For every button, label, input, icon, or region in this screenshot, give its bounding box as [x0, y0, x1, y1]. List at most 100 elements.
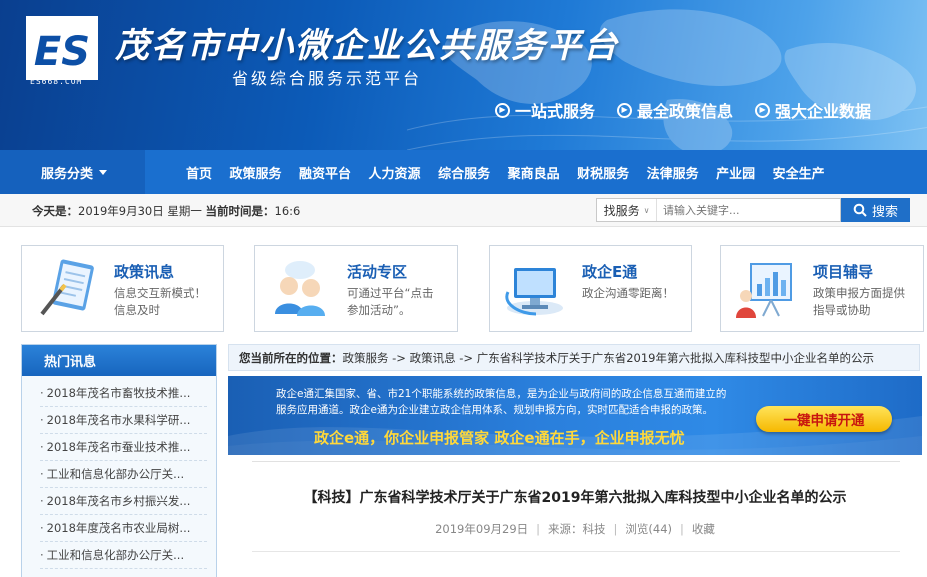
card-desc-line: 政企沟通零距离！ — [582, 286, 674, 300]
search-icon — [853, 203, 867, 217]
logo-url: ES668.COM — [30, 77, 83, 86]
card-description: 政策申报方面提供 指导或协助 — [813, 285, 905, 319]
hot-news-item[interactable]: · 工业和信息化部办公厅关... — [40, 542, 207, 569]
play-circle-icon: ▶ — [495, 102, 510, 118]
card-policy-news[interactable]: 政策讯息 信息交互新模式！ 信息及时 — [21, 245, 224, 332]
breadcrumb-path[interactable]: 政策服务 -> 政策讯息 -> 广东省科学技术厅关于广东省2019年第六批拟入库… — [343, 350, 874, 366]
notepad-icon — [40, 259, 94, 316]
nav-item-comprehensive[interactable]: 综合服务 — [438, 163, 490, 182]
article-views: 浏览(44) — [625, 522, 673, 536]
card-desc-line: 信息交互新模式！ — [114, 286, 206, 300]
nav-item-safety[interactable]: 安全生产 — [773, 163, 825, 182]
banner-features: ▶ 一站式服务 ▶ 最全政策信息 ▶ 强大企业数据 — [495, 98, 871, 122]
today-label: 今天是： — [32, 204, 78, 218]
nav-item-home[interactable]: 首页 — [186, 163, 212, 182]
logo-lettering: ES — [34, 29, 90, 75]
card-title: 活动专区 — [347, 263, 408, 281]
time-value: 16:6 — [274, 204, 301, 218]
feature-label: 最全政策信息 — [637, 102, 734, 121]
nav-item-finance[interactable]: 融资平台 — [299, 163, 351, 182]
card-description: 可通过平台“点击 参加活动”。 — [347, 285, 433, 319]
card-desc-line: 可通过平台“点击 — [347, 286, 434, 300]
hot-news-item-label: 2018年茂名市蚕业技术推... — [46, 440, 191, 454]
nav-item-hr[interactable]: 人力资源 — [369, 163, 421, 182]
article-date: 2019年09月29日 — [435, 522, 529, 536]
site-title: 茂名市中小微企业公共服务平台 — [115, 26, 619, 66]
site-subtitle: 省级综合服务示范平台 — [232, 69, 423, 88]
article-meta: 2019年09月29日 | 来源：科技 | 浏览(44) | 收藏 — [435, 522, 715, 536]
play-circle-icon: ▶ — [755, 102, 771, 118]
card-desc-line: 参加活动”。 — [347, 303, 411, 317]
search-scope-select[interactable]: 找服务 ∨ — [597, 199, 657, 221]
promo-slogan: 政企e通，你企业申报管家 政企e通在手，企业申报无忧 — [314, 429, 685, 447]
nav-item-legal[interactable]: 法律服务 — [647, 163, 699, 182]
card-desc-line: 指导或协助 — [813, 303, 871, 317]
service-category-label: 服务分类 — [41, 166, 94, 182]
hot-news-item-label: 工业和信息化部办公厅关... — [46, 548, 185, 562]
feature-label: 一站式服务 — [515, 102, 596, 121]
card-description: 信息交互新模式！ 信息及时 — [114, 285, 206, 319]
service-category-menu[interactable]: 服务分类 — [0, 150, 145, 194]
hot-news-item[interactable]: · 2018年茂名市蚕业技术推... — [40, 434, 207, 461]
hot-news-item-label: 2018年茂名市水果科学研... — [46, 413, 191, 427]
es-logo[interactable]: ES — [26, 16, 98, 86]
article-title: 【科技】广东省科学技术厅关于广东省2019年第六批拟入库科技型中小企业名单的公示 — [303, 490, 847, 506]
promo-description: 政企e通汇集国家、省、市21个职能系统的政策信息，是为企业与政府间的政企信息互通… — [276, 388, 727, 416]
hot-news-sidebar: 热门讯息 · 2018年茂名市畜牧技术推... · 2018年茂名市水果科学研...… — [21, 344, 217, 577]
hot-news-item-label: 2018年茂名市畜牧技术推... — [46, 386, 191, 400]
search-box: 找服务 ∨ — [596, 198, 841, 222]
hot-news-item-label: 2018年度茂名市农业局树... — [46, 521, 191, 535]
sidebar-title: 热门讯息 — [22, 345, 216, 376]
nav-item-products[interactable]: 聚商良品 — [508, 163, 560, 182]
search-scope-label: 找服务 — [603, 203, 640, 218]
nav-item-tax[interactable]: 财税服务 — [577, 163, 629, 182]
hot-news-item[interactable]: · 2018年茂名市水果科学研... — [40, 407, 207, 434]
card-description: 政企沟通零距离！ — [582, 285, 674, 302]
card-gov-connect[interactable]: 政企E通 政企沟通零距离！ — [489, 245, 692, 332]
hot-news-item-label: 2018年茂名市乡村振兴发... — [46, 494, 191, 508]
hot-news-item[interactable]: · 2018年茂名市畜牧技术推... — [40, 380, 207, 407]
search-input[interactable] — [657, 199, 840, 221]
breadcrumb: 您当前所在的位置： 政策服务 -> 政策讯息 -> 广东省科学技术厅关于广东省2… — [228, 344, 920, 371]
card-project-guidance[interactable]: 项目辅导 政策申报方面提供 指导或协助 — [720, 245, 924, 332]
search-button[interactable]: 搜索 — [841, 198, 910, 222]
hot-news-item-label: 工业和信息化部办公厅关... — [46, 467, 185, 481]
date-time-display: 今天是：2019年9月30日 星期一 当前时间是：16:6 — [32, 203, 300, 219]
card-desc-line: 信息及时 — [114, 303, 160, 317]
card-title: 项目辅导 — [813, 263, 874, 281]
card-title: 政企E通 — [582, 263, 638, 281]
article-source: 来源：科技 — [548, 522, 606, 536]
people-chat-icon — [275, 261, 325, 316]
chevron-down-icon: ∨ — [643, 205, 650, 215]
nav-item-policy[interactable]: 政策服务 — [230, 163, 282, 182]
header-banner: ES ES668.COM 茂名市中小微企业公共服务平台 省级综合服务示范平台 ▶… — [0, 0, 927, 150]
nav-items: 首页 政策服务 融资平台 人力资源 综合服务 聚商良品 财税服务 法律服务 产业… — [186, 150, 842, 194]
hot-news-item[interactable]: · 2018年度茂名市农业局树... — [40, 515, 207, 542]
feature-enterprise-data: ▶ 强大企业数据 — [755, 98, 871, 122]
feature-policy-info: ▶ 最全政策信息 — [617, 98, 733, 122]
card-desc-line: 政策申报方面提供 — [813, 286, 905, 300]
hot-news-list: · 2018年茂名市畜牧技术推... · 2018年茂名市水果科学研... · 201… — [22, 376, 216, 569]
divider — [252, 461, 900, 462]
breadcrumb-label: 您当前所在的位置： — [239, 350, 343, 365]
favorite-link[interactable]: 收藏 — [692, 522, 715, 536]
apply-open-button[interactable]: 一键申请开通 — [756, 406, 892, 432]
hot-news-item[interactable]: · 工业和信息化部办公厅关... — [40, 461, 207, 488]
card-title: 政策讯息 — [114, 263, 175, 281]
gov-connect-promo-banner[interactable]: 政企e通汇集国家、省、市21个职能系统的政策信息，是为企业与政府间的政企信息互通… — [228, 376, 922, 455]
main-nav: 服务分类 首页 政策服务 融资平台 人力资源 综合服务 聚商良品 财税服务 法律… — [0, 150, 927, 194]
nav-item-industrial-park[interactable]: 产业园 — [716, 163, 755, 182]
caret-down-icon — [99, 169, 108, 175]
today-value: 2019年9月30日 星期一 — [78, 204, 202, 218]
divider — [252, 551, 900, 552]
info-bar: 今天是：2019年9月30日 星期一 当前时间是：16:6 找服务 ∨ 搜索 — [0, 194, 927, 227]
play-circle-icon: ▶ — [617, 102, 633, 118]
feature-one-stop: ▶ 一站式服务 — [495, 98, 595, 122]
search-button-label: 搜索 — [871, 204, 898, 220]
chart-board-icon — [736, 263, 792, 318]
card-activity-zone[interactable]: 活动专区 可通过平台“点击 参加活动”。 — [254, 245, 458, 332]
monitor-icon — [505, 268, 563, 316]
time-label: 当前时间是： — [205, 204, 275, 218]
feature-label: 强大企业数据 — [775, 102, 872, 121]
hot-news-item[interactable]: · 2018年茂名市乡村振兴发... — [40, 488, 207, 515]
